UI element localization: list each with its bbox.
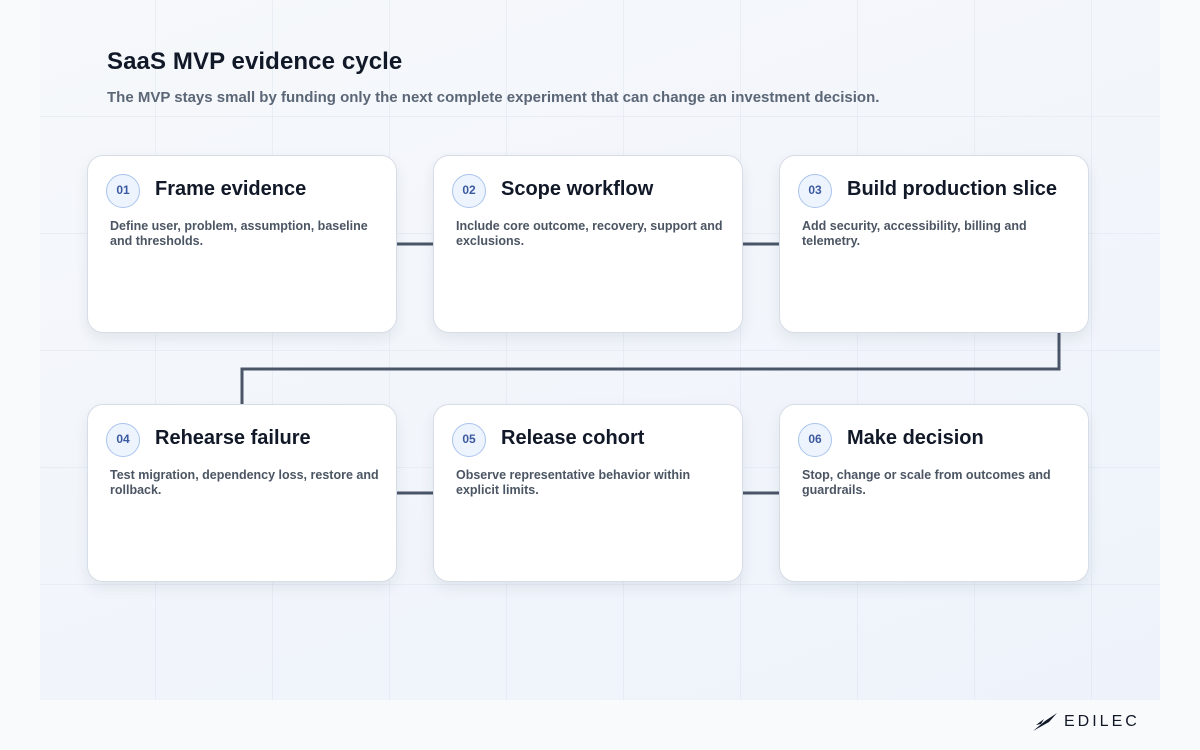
- step-card-02: 02 Scope workflow Include core outcome, …: [433, 155, 743, 333]
- step-number-badge: 06: [798, 423, 832, 457]
- step-number-badge: 03: [798, 174, 832, 208]
- step-description: Stop, change or scale from outcomes and …: [802, 468, 1051, 497]
- step-description: Define user, problem, assumption, baseli…: [110, 219, 368, 248]
- step-card-06: 06 Make decision Stop, change or scale f…: [779, 404, 1089, 582]
- step-number-badge: 04: [106, 423, 140, 457]
- step-description: Test migration, dependency loss, restore…: [110, 468, 379, 497]
- connectors: [240, 242, 1061, 495]
- step-title: Build production slice: [847, 178, 1058, 200]
- brand-logo: EDILEC: [1032, 711, 1154, 733]
- step-card-03: 03 Build production slice Add security, …: [779, 155, 1089, 333]
- step-card-04: 04 Rehearse failure Test migration, depe…: [87, 404, 397, 582]
- step-title: Release cohort: [501, 427, 645, 449]
- bird-icon: [1033, 713, 1057, 731]
- step-description: Observe representative behavior within e…: [456, 468, 691, 497]
- step-number-badge: 02: [452, 174, 486, 208]
- step-description: Include core outcome, recovery, support …: [456, 219, 723, 248]
- step-title: Frame evidence: [155, 178, 307, 200]
- step-card-05: 05 Release cohort Observe representative…: [433, 404, 743, 582]
- step-title: Rehearse failure: [155, 427, 311, 449]
- step-card-01: 01 Frame evidence Define user, problem, …: [87, 155, 397, 333]
- brand-name: EDILEC: [1064, 713, 1140, 730]
- step-title: Make decision: [847, 427, 984, 449]
- step-number-badge: 05: [452, 423, 486, 457]
- connector-03-04: [240, 333, 1061, 405]
- step-title: Scope workflow: [501, 178, 654, 200]
- step-number-badge: 01: [106, 174, 140, 208]
- step-description: Add security, accessibility, billing and…: [802, 219, 1027, 248]
